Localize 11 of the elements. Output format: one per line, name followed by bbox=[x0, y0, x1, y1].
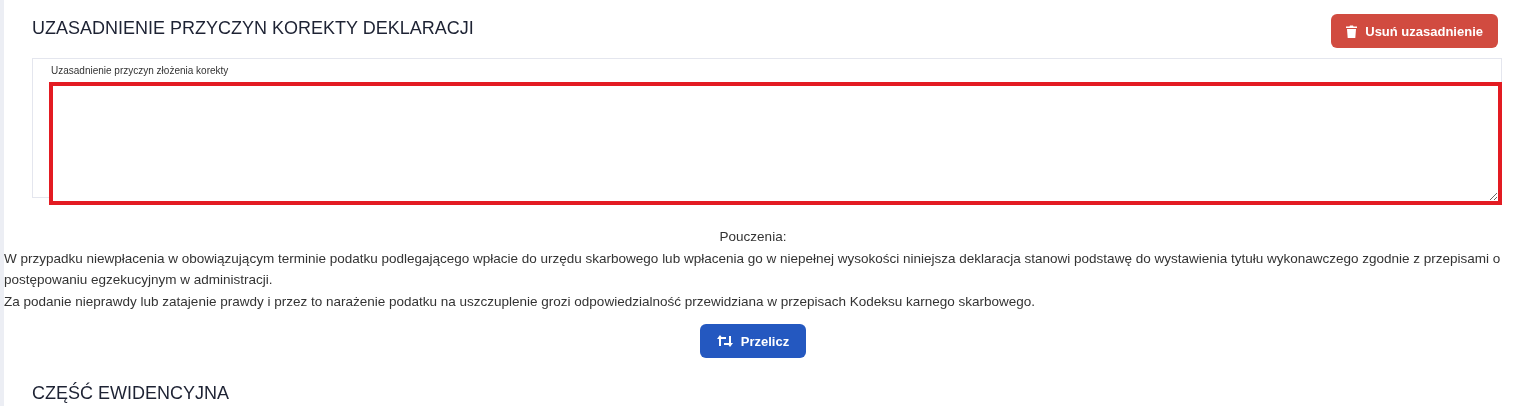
section-title: UZASADNIENIE PRZYCZYN KOREKTY DEKLARACJI bbox=[32, 17, 474, 39]
refresh-icon bbox=[716, 335, 733, 347]
field-label: Uzasadnienie przyczyn złożenia korekty bbox=[51, 65, 230, 76]
instruction-paragraph: W przypadku niewpłacenia w obowiązującym terminie podatku podlegającego wpłacie do urzędu skarbowego lub wpłacenia go w niepełnej wysokości niniejsza deklaracja stanowi podstawę do wystawienia tytułu wykonawczego zgodnie z przepisami o postępowaniu egzekucyjnym w administracji. bbox=[4, 249, 1502, 289]
delete-button[interactable]: Usuń uzasadnienie bbox=[1331, 14, 1498, 48]
section-title: CZĘŚĆ EWIDENCYJNA bbox=[32, 383, 230, 404]
recalculate-button[interactable]: Przelicz bbox=[699, 324, 807, 358]
instructions-heading: Pouczenia: bbox=[718, 228, 788, 246]
instruction-paragraph: Za podanie nieprawdy lub zatajenie prawdy i przez to narażenie podatku na uszczuplenie grozi odpowiedzialność przewidziana w przepisach Kodeksu karnego skarbowego. bbox=[4, 292, 1037, 311]
justification-field[interactable] bbox=[49, 82, 1502, 205]
trash-icon bbox=[1346, 24, 1358, 38]
